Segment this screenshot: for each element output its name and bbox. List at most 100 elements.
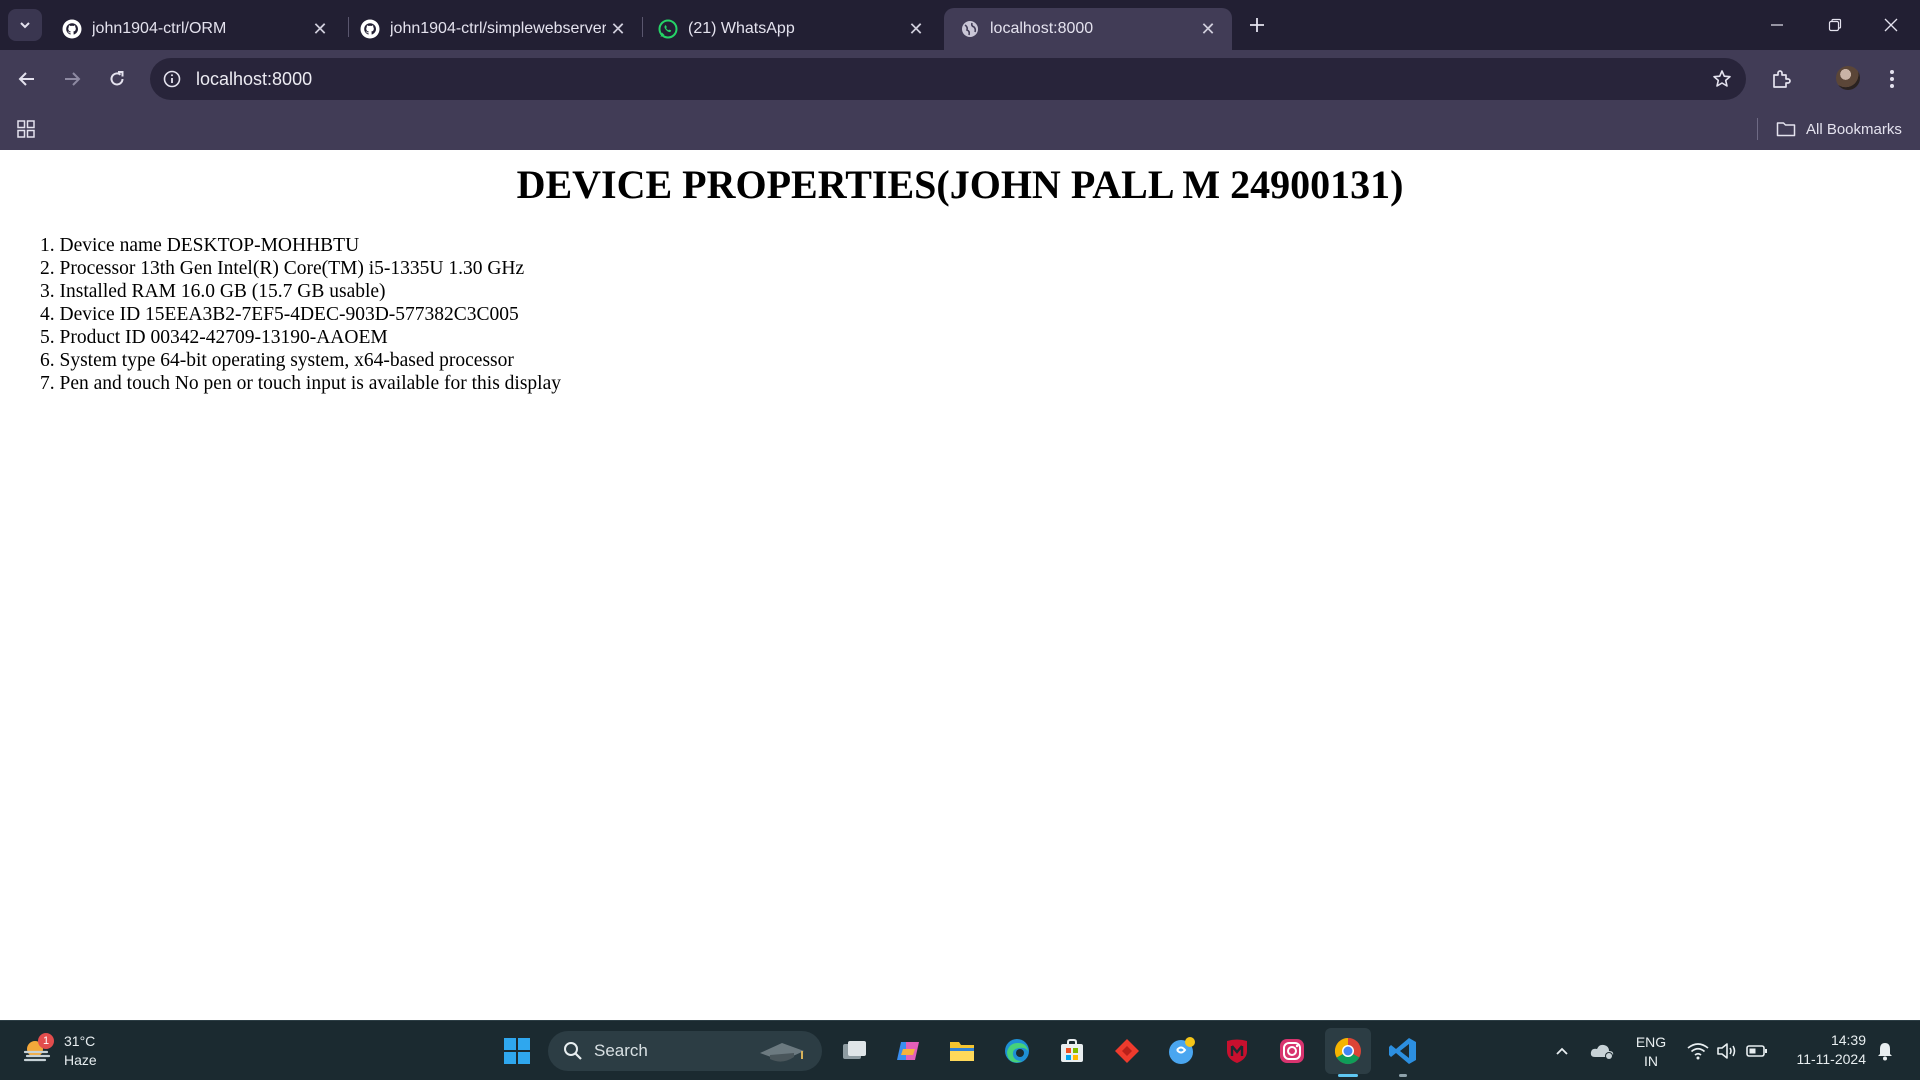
tab-github-simplewebserver[interactable]: john1904-ctrl/simplewebserver ✕ xyxy=(344,8,642,50)
menu-button[interactable] xyxy=(1876,63,1908,95)
task-view-button[interactable] xyxy=(837,1034,871,1068)
extensions-button[interactable] xyxy=(1765,63,1797,95)
edge-icon xyxy=(1005,1039,1029,1063)
close-icon xyxy=(1884,18,1898,32)
copilot-icon xyxy=(897,1042,919,1060)
github-icon xyxy=(62,19,82,39)
all-bookmarks-button[interactable]: All Bookmarks xyxy=(1776,117,1902,141)
language-indicator[interactable]: ENG IN xyxy=(1628,1033,1674,1071)
tab-localhost[interactable]: localhost:8000 ✕ xyxy=(944,8,1232,50)
back-button[interactable] xyxy=(11,63,43,95)
show-hidden-icons-button[interactable] xyxy=(1552,1031,1572,1071)
file-explorer-button[interactable] xyxy=(945,1034,979,1068)
property-installed-ram: 3. Installed RAM 16.0 GB (15.7 GB usable… xyxy=(40,281,386,302)
start-button[interactable] xyxy=(500,1034,534,1068)
edge-button[interactable] xyxy=(1000,1034,1034,1068)
reload-icon xyxy=(110,71,124,86)
tab-search-button[interactable] xyxy=(8,9,42,41)
language-region: IN xyxy=(1644,1053,1658,1069)
reload-button[interactable] xyxy=(101,63,133,95)
folder-icon xyxy=(950,1042,974,1061)
forward-button[interactable] xyxy=(56,63,88,95)
battery-button[interactable] xyxy=(1744,1031,1770,1071)
tab-whatsapp[interactable]: (21) WhatsApp ✕ xyxy=(642,8,940,50)
page-content: DEVICE PROPERTIES(JOHN PALL M 24900131) … xyxy=(0,150,1920,1020)
restore-button[interactable] xyxy=(1806,0,1864,50)
star-icon[interactable] xyxy=(1710,67,1734,91)
property-processor: 2. Processor 13th Gen Intel(R) Core(TM) … xyxy=(40,258,525,279)
profile-avatar[interactable] xyxy=(1836,66,1860,90)
browser-toolbar: localhost:8000 xyxy=(0,50,1920,108)
property-system-type: 6. System type 64-bit operating system, … xyxy=(40,350,514,371)
weather-haze-icon: 1 xyxy=(22,1033,54,1066)
kebab-menu-icon xyxy=(1890,70,1894,88)
close-icon[interactable]: ✕ xyxy=(904,17,928,41)
close-window-button[interactable] xyxy=(1862,0,1920,50)
clock[interactable]: 14:39 11-11-2024 xyxy=(1782,1031,1866,1069)
chatgpt-button[interactable] xyxy=(1165,1034,1199,1068)
property-device-id: 4. Device ID 15EEA3B2-7EF5-4DEC-903D-577… xyxy=(40,304,519,325)
device-properties-list: 1. Device name DESKTOP-MOHHBTU 2. Proces… xyxy=(40,234,561,395)
task-view-icon xyxy=(843,1041,866,1059)
clock-time: 14:39 xyxy=(1830,1032,1866,1048)
plus-icon xyxy=(1250,18,1264,32)
taskbar: 1 31°C Haze Search ENG IN 14:39 11-11-20… xyxy=(0,1020,1920,1080)
vscode-button[interactable] xyxy=(1386,1034,1420,1077)
arrow-right-icon xyxy=(65,72,81,86)
bookmarks-separator xyxy=(1757,118,1758,140)
search-icon xyxy=(562,1040,584,1062)
notification-center-button[interactable] xyxy=(1872,1031,1898,1071)
close-icon[interactable]: ✕ xyxy=(1196,17,1220,41)
tab-title: john1904-ctrl/ORM xyxy=(92,20,227,37)
speaker-icon xyxy=(1717,1043,1736,1059)
battery-icon xyxy=(1746,1045,1767,1057)
vscode-icon xyxy=(1389,1038,1416,1064)
microsoft-store-button[interactable] xyxy=(1055,1034,1089,1068)
taskbar-search[interactable]: Search xyxy=(548,1031,822,1071)
apps-grid-icon[interactable] xyxy=(14,117,38,141)
weather-condition: Haze xyxy=(64,1052,97,1068)
new-tab-button[interactable] xyxy=(1242,10,1272,40)
weather-widget[interactable]: 1 31°C Haze xyxy=(22,1031,97,1071)
tab-strip: john1904-ctrl/ORM ✕ john1904-ctrl/simple… xyxy=(0,0,1920,50)
close-icon[interactable]: ✕ xyxy=(308,17,332,41)
minimize-button[interactable] xyxy=(1748,0,1806,50)
wifi-icon xyxy=(1687,1043,1709,1060)
chrome-button[interactable] xyxy=(1325,1028,1371,1077)
property-device-name: 1. Device name DESKTOP-MOHHBTU xyxy=(40,235,360,256)
anydesk-button[interactable] xyxy=(1110,1034,1144,1068)
cloud-sync-icon xyxy=(1590,1044,1614,1060)
chrome-icon xyxy=(1334,1037,1361,1065)
github-icon xyxy=(360,19,380,39)
windows-logo-icon xyxy=(504,1038,530,1064)
anydesk-icon xyxy=(1115,1039,1139,1063)
tab-title: john1904-ctrl/simplewebserver xyxy=(390,20,606,37)
mcafee-shield-icon xyxy=(1227,1039,1247,1063)
all-bookmarks-label: All Bookmarks xyxy=(1806,120,1902,138)
tab-github-orm[interactable]: john1904-ctrl/ORM ✕ xyxy=(46,8,344,50)
whatsapp-icon xyxy=(658,19,678,39)
copilot-button[interactable] xyxy=(891,1034,925,1068)
address-bar[interactable]: localhost:8000 xyxy=(150,58,1746,100)
tab-title: (21) WhatsApp xyxy=(688,20,795,37)
notification-badge: 1 xyxy=(38,1033,54,1049)
weather-temperature: 31°C xyxy=(64,1033,96,1049)
volume-button[interactable] xyxy=(1714,1031,1740,1071)
instagram-button[interactable] xyxy=(1275,1034,1309,1068)
close-icon[interactable]: ✕ xyxy=(606,17,630,41)
bookmarks-bar: All Bookmarks xyxy=(0,108,1920,150)
wifi-button[interactable] xyxy=(1684,1031,1712,1071)
tab-title: localhost:8000 xyxy=(990,20,1094,37)
store-icon xyxy=(1061,1039,1083,1062)
minimize-icon xyxy=(1771,24,1783,26)
address-text[interactable]: localhost:8000 xyxy=(196,69,312,90)
page-title: DEVICE PROPERTIES(JOHN PALL M 24900131) xyxy=(516,162,1404,207)
info-icon[interactable] xyxy=(160,67,184,91)
onedrive-button[interactable] xyxy=(1588,1031,1616,1071)
restore-icon xyxy=(1828,18,1842,32)
instagram-icon xyxy=(1280,1039,1304,1063)
chatgpt-icon xyxy=(1169,1037,1195,1064)
mcafee-button[interactable] xyxy=(1220,1034,1254,1068)
bell-icon xyxy=(1878,1043,1892,1061)
arrow-left-icon xyxy=(18,72,34,86)
